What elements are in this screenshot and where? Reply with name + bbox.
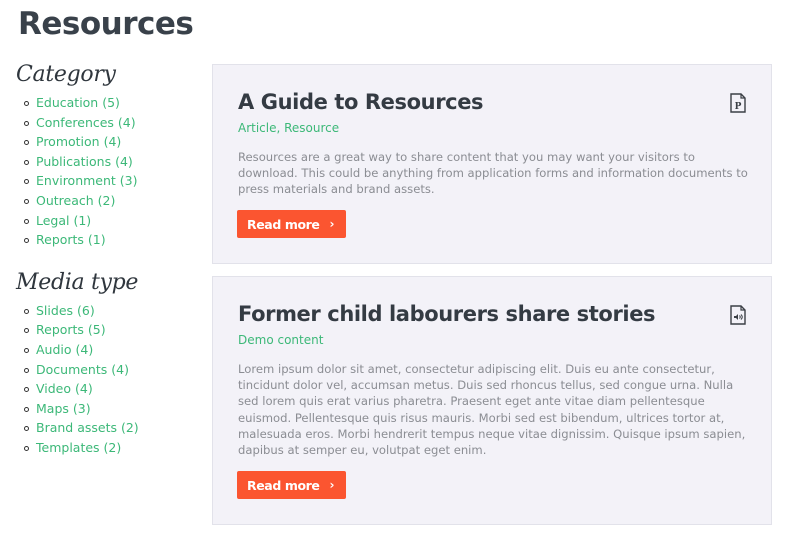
- category-item: Conferences (4): [16, 113, 206, 133]
- category-heading: Category: [16, 62, 116, 87]
- category-link-conferences[interactable]: Conferences (4): [36, 115, 136, 130]
- pdf-glyph: P: [735, 102, 742, 112]
- media-link-slides[interactable]: Slides (6): [36, 303, 95, 318]
- media-item: Documents (4): [16, 360, 206, 380]
- media-link-reports[interactable]: Reports (5): [36, 322, 106, 337]
- bullet-icon: [24, 445, 29, 451]
- category-item: Environment (3): [16, 171, 206, 191]
- bullet-icon: [24, 406, 29, 412]
- chevron-right-icon: ›: [329, 478, 335, 492]
- read-more-button[interactable]: Read more ›: [237, 471, 347, 499]
- category-item: Outreach (2): [16, 191, 206, 211]
- read-more-label: Read more: [247, 477, 320, 493]
- bullet-icon: [24, 426, 29, 432]
- category-list: Education (5) Conferences (4) Promotion …: [16, 93, 206, 250]
- bullet-icon: [24, 140, 29, 146]
- category-link-promotion[interactable]: Promotion (4): [36, 134, 121, 149]
- card-tags[interactable]: Demo content: [238, 333, 323, 347]
- media-item: Video (4): [16, 379, 206, 399]
- read-more-label: Read more: [247, 216, 320, 232]
- card-description: Resources are a great way to share conte…: [238, 150, 748, 197]
- read-more-button[interactable]: Read more ›: [237, 210, 347, 238]
- bullet-icon: [24, 308, 29, 314]
- category-item: Education (5): [16, 93, 206, 113]
- category-link-education[interactable]: Education (5): [36, 95, 120, 110]
- category-link-publications[interactable]: Publications (4): [36, 154, 133, 169]
- category-link-legal[interactable]: Legal (1): [36, 213, 91, 228]
- category-filter: Category Education (5) Conferences (4) P…: [16, 62, 206, 250]
- chevron-right-icon: ›: [329, 217, 335, 231]
- category-item: Legal (1): [16, 211, 206, 231]
- media-item: Reports (5): [16, 320, 206, 340]
- resource-card: A Guide to Resources Article, Resource P…: [212, 64, 772, 264]
- category-item: Promotion (4): [16, 132, 206, 152]
- media-item: Slides (6): [16, 301, 206, 321]
- media-type-filter: Media type Slides (6) Reports (5) Audio …: [16, 270, 206, 458]
- card-description: Lorem ipsum dolor sit amet, consectetur …: [238, 362, 746, 458]
- page-title: Resources: [18, 6, 194, 42]
- card-title[interactable]: Former child labourers share stories: [238, 302, 656, 326]
- bullet-icon: [24, 238, 29, 244]
- resource-card: Former child labourers share stories Dem…: [212, 276, 772, 525]
- category-item: Publications (4): [16, 152, 206, 172]
- pdf-file-icon: P: [730, 93, 746, 113]
- media-link-brand-assets[interactable]: Brand assets (2): [36, 420, 139, 435]
- bullet-icon: [24, 159, 29, 165]
- media-type-heading: Media type: [16, 269, 139, 295]
- media-item: Audio (4): [16, 340, 206, 360]
- bullet-icon: [24, 101, 29, 106]
- bullet-icon: [24, 347, 29, 353]
- bullet-icon: [24, 218, 29, 224]
- media-type-list: Slides (6) Reports (5) Audio (4) Documen…: [16, 301, 206, 458]
- media-item: Templates (2): [16, 438, 206, 458]
- audio-file-icon: [730, 305, 746, 325]
- bullet-icon: [24, 198, 29, 204]
- category-link-outreach[interactable]: Outreach (2): [36, 193, 115, 208]
- bullet-icon: [24, 328, 29, 334]
- media-link-templates[interactable]: Templates (2): [36, 440, 121, 455]
- bullet-icon: [24, 367, 29, 373]
- card-tags[interactable]: Article, Resource: [238, 121, 339, 135]
- category-link-reports[interactable]: Reports (1): [36, 232, 106, 247]
- bullet-icon: [24, 120, 29, 126]
- category-link-environment[interactable]: Environment (3): [36, 173, 138, 188]
- card-title[interactable]: A Guide to Resources: [238, 90, 484, 114]
- media-link-maps[interactable]: Maps (3): [36, 401, 91, 416]
- media-link-video[interactable]: Video (4): [36, 381, 93, 396]
- sidebar: Category Education (5) Conferences (4) P…: [16, 62, 206, 458]
- bullet-icon: [24, 387, 29, 393]
- media-link-audio[interactable]: Audio (4): [36, 342, 93, 357]
- category-item: Reports (1): [16, 230, 206, 250]
- media-link-documents[interactable]: Documents (4): [36, 362, 129, 377]
- media-item: Brand assets (2): [16, 418, 206, 438]
- bullet-icon: [24, 179, 29, 185]
- media-item: Maps (3): [16, 399, 206, 419]
